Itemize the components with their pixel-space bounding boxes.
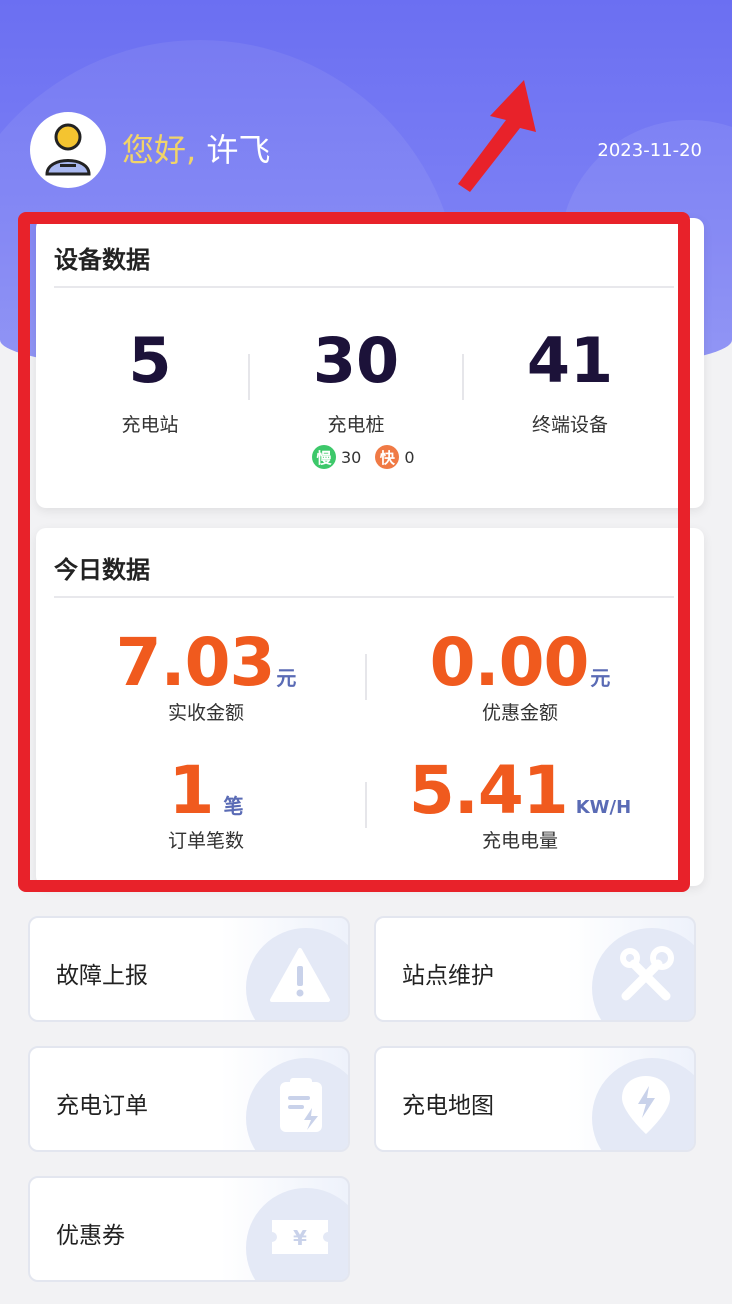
user-icon xyxy=(45,123,91,176)
received-value: 7.03 xyxy=(115,624,276,701)
charging-orders-tile[interactable]: 充电订单 xyxy=(28,1046,350,1152)
charging-map-label: 充电地图 xyxy=(402,1093,494,1119)
divider xyxy=(54,286,674,288)
piles-label: 充电桩 xyxy=(327,414,385,436)
fault-report-label: 故障上报 xyxy=(56,963,148,989)
device-data-title: 设备数据 xyxy=(54,246,150,274)
discount-amount: 0.00 元 xyxy=(370,624,670,701)
fault-report-tile[interactable]: 故障上报 xyxy=(28,916,350,1022)
greeting-text: 您好, xyxy=(122,131,197,169)
charging-map-tile[interactable]: 充电地图 xyxy=(374,1046,696,1152)
fast-badge: 快 xyxy=(375,445,400,469)
divider xyxy=(248,354,250,400)
pile-type-breakdown: 慢 30 快 0 xyxy=(312,445,429,469)
received-unit: 元 xyxy=(276,666,297,690)
divider xyxy=(365,782,367,828)
map-pin-bolt-icon xyxy=(622,1076,670,1134)
slow-count: 30 xyxy=(341,447,362,467)
divider xyxy=(54,596,674,598)
energy-value: 5.41 xyxy=(408,752,569,829)
stations-count: 5 xyxy=(128,324,172,397)
discount-value: 0.00 xyxy=(429,624,590,701)
today-data-title: 今日数据 xyxy=(54,556,150,584)
date-label: 2023-11-20 xyxy=(597,140,702,161)
orders-value: 1 xyxy=(168,752,215,829)
discount-label: 优惠金额 xyxy=(481,702,558,724)
device-data-card: 设备数据 5 充电站 30 充电桩 慢 30 快 0 41 终端设备 xyxy=(36,218,704,508)
slow-badge: 慢 xyxy=(312,445,336,469)
received-amount: 7.03 元 xyxy=(56,624,356,701)
avatar[interactable] xyxy=(30,112,106,188)
energy-unit: KW/H xyxy=(575,797,632,818)
orders-unit: 笔 xyxy=(223,794,244,818)
terminals-label: 终端设备 xyxy=(531,414,608,436)
charging-orders-label: 充电订单 xyxy=(56,1093,148,1119)
discount-unit: 元 xyxy=(590,666,611,690)
piles-count: 30 xyxy=(312,324,400,397)
divider xyxy=(365,654,367,700)
station-maintenance-label: 站点维护 xyxy=(402,963,494,989)
today-data-card: 今日数据 7.03 元 实收金额 0.00 元 优惠金额 1笔 订单笔数 5.41 K… xyxy=(36,528,704,886)
wrench-tools-icon xyxy=(620,946,674,1001)
greeting: 您好, 许飞 xyxy=(122,130,270,170)
station-maintenance-tile[interactable]: 站点维护 xyxy=(374,916,696,1022)
orders-label: 订单笔数 xyxy=(167,830,244,852)
energy-amount: 5.41 KW/H xyxy=(370,752,670,829)
stations-label: 充电站 xyxy=(121,414,179,436)
terminals-count: 41 xyxy=(526,324,614,397)
orders-count: 1笔 xyxy=(56,752,356,829)
annotation-arrow-icon xyxy=(458,80,536,192)
received-label: 实收金额 xyxy=(167,702,244,724)
order-document-icon xyxy=(280,1078,322,1132)
user-name: 许飞 xyxy=(206,131,271,169)
energy-label: 充电电量 xyxy=(481,830,558,852)
warning-icon xyxy=(270,948,330,1002)
coupon-icon: ¥ xyxy=(272,1220,328,1254)
svg-text:¥: ¥ xyxy=(293,1226,307,1250)
fast-count: 0 xyxy=(404,447,415,467)
coupon-tile[interactable]: ¥ 优惠券 xyxy=(28,1176,350,1282)
coupon-label: 优惠券 xyxy=(56,1223,125,1249)
divider xyxy=(462,354,464,400)
